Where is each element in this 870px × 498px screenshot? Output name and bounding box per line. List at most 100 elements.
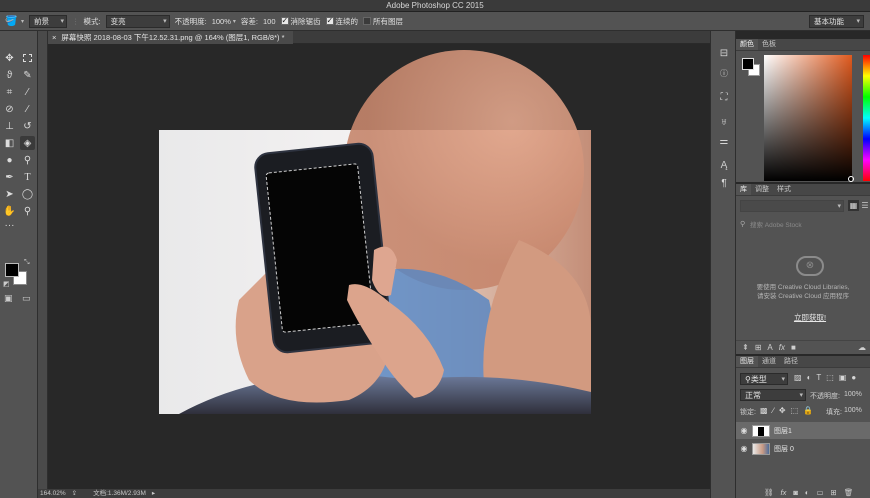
filter-toggle-icon[interactable]: ● [851, 373, 856, 382]
lasso-tool-icon[interactable]: ϑ [2, 68, 17, 82]
hand-tool-icon[interactable]: ✋ [2, 204, 17, 218]
dodge-tool-icon[interactable]: ⚲ [20, 153, 35, 167]
tab-libraries[interactable]: 库 [736, 184, 751, 195]
blur-tool-icon[interactable]: ● [2, 153, 17, 167]
color-picker-field[interactable] [764, 55, 854, 182]
blend-mode-dropdown[interactable]: 正常 [740, 389, 806, 401]
brush-presets-icon[interactable]: ♅ [718, 116, 730, 128]
zoom-tool-icon[interactable]: ⚲ [20, 204, 35, 218]
add-mask-icon[interactable]: ◙ [793, 488, 798, 497]
clone-stamp-tool-icon[interactable]: ⊥ [2, 119, 17, 133]
screen-mode-icon[interactable]: ▭ [22, 293, 31, 304]
add-color-icon[interactable]: ■ [791, 343, 796, 352]
lock-pixels-icon[interactable]: ∕ [773, 406, 774, 415]
visibility-eye-icon[interactable]: ◉ [736, 444, 752, 453]
new-layer-icon[interactable]: ⊞ [831, 488, 837, 497]
contiguous-checkbox[interactable]: 连续的 [325, 16, 358, 27]
layer-kind-filter[interactable]: ⚲类型 [740, 373, 788, 385]
tool-preset-chevron-icon[interactable]: ▾ [21, 18, 24, 25]
opacity-value[interactable]: 100% [212, 17, 231, 26]
marquee-tool-icon[interactable] [20, 51, 35, 65]
mode-dropdown[interactable]: 变亮 [105, 14, 170, 28]
character-icon[interactable]: Ą [718, 159, 730, 171]
layer-style-icon[interactable]: fx [781, 488, 787, 497]
visibility-eye-icon[interactable]: ◉ [736, 426, 752, 435]
tab-layers[interactable]: 图层 [736, 356, 758, 367]
tab-adjustments[interactable]: 调整 [751, 184, 773, 195]
brush-tool-icon[interactable]: ∕ [20, 102, 35, 116]
library-sync-icon[interactable]: ☁ [858, 343, 866, 352]
healing-brush-tool-icon[interactable]: ⊘ [2, 102, 17, 116]
adjustment-layer-icon[interactable]: ◐ [805, 488, 810, 497]
adjustment-filter-icon[interactable]: ◐ [807, 373, 812, 382]
canvas-area[interactable] [48, 44, 710, 489]
type-filter-icon[interactable]: T [816, 373, 821, 382]
status-arrow-icon[interactable]: ▸ [152, 489, 155, 498]
canvas-image[interactable] [48, 44, 710, 489]
layer-row[interactable]: ◉ 图层1 [736, 422, 870, 439]
workspace-dropdown[interactable]: 基本功能 [809, 15, 864, 28]
share-icon[interactable]: ⇪ [72, 489, 77, 498]
delete-layer-icon[interactable]: 🗑 [844, 488, 854, 497]
paragraph-icon[interactable]: ¶ [718, 177, 730, 189]
close-tab-icon[interactable]: × [52, 31, 56, 44]
get-it-now-link[interactable]: 立即获取! [736, 312, 870, 323]
antialias-checkbox[interactable]: 消除锯齿 [280, 16, 321, 27]
lock-position-icon[interactable]: ✥ [779, 406, 786, 415]
crop-tool-icon[interactable]: ⌗ [2, 85, 17, 99]
properties-icon[interactable]: ⛶ [718, 91, 730, 103]
tolerance-field[interactable]: 100 [263, 17, 276, 26]
history-brush-tool-icon[interactable]: ↺ [20, 119, 35, 133]
adjustments-sliders-icon[interactable]: ⚌ [718, 135, 730, 147]
opacity-chevron-icon[interactable]: ▾ [233, 18, 236, 25]
lock-transparent-icon[interactable]: ▩ [760, 406, 768, 415]
info-icon[interactable]: ⓘ [718, 67, 730, 79]
move-tool-icon[interactable]: ✥ [2, 51, 17, 65]
zoom-level[interactable]: 164.02% [40, 489, 66, 498]
swap-colors-icon[interactable]: ⤡ [24, 259, 30, 267]
link-layers-icon[interactable]: ⛓ [764, 488, 774, 497]
quick-mask-icon[interactable]: ▣ [4, 293, 13, 304]
hue-slider[interactable] [863, 55, 870, 181]
type-tool-icon[interactable]: T [20, 170, 35, 184]
history-icon[interactable]: ⊟ [718, 47, 730, 59]
lock-all-icon[interactable]: 🔒 [803, 406, 813, 415]
pixel-filter-icon[interactable]: ▨ [794, 373, 802, 382]
library-search-input[interactable]: 搜索 Adobe Stock [750, 219, 868, 229]
ellipse-tool-icon[interactable]: ◯ [20, 187, 35, 201]
add-character-style-icon[interactable]: A [767, 343, 772, 352]
library-selector[interactable] [740, 200, 844, 212]
layer-name[interactable]: 图层1 [774, 426, 792, 436]
tab-styles[interactable]: 样式 [773, 184, 795, 195]
tab-paths[interactable]: 路径 [780, 356, 802, 367]
eyedropper-tool-icon[interactable]: ⁄ [20, 85, 35, 99]
default-colors-icon[interactable]: ◩ [3, 280, 10, 288]
more-tools-icon[interactable]: ··· [2, 218, 17, 232]
lock-artboard-icon[interactable]: ⬚ [791, 406, 799, 415]
eraser-tool-icon[interactable]: ◧ [2, 136, 17, 150]
tab-swatches[interactable]: 色板 [758, 39, 780, 50]
paint-bucket-tool-icon[interactable]: ◈ [20, 136, 35, 150]
upload-icon[interactable]: ⇞ [742, 343, 749, 352]
layer-row[interactable]: ◉ 图层 0 [736, 440, 870, 457]
add-fx-icon[interactable]: fx [779, 343, 785, 352]
foreground-color-swatch[interactable] [5, 263, 19, 277]
grid-view-icon[interactable]: ▦ [848, 200, 859, 211]
smart-object-filter-icon[interactable]: ▣ [839, 373, 847, 382]
pen-tool-icon[interactable]: ✒ [2, 170, 17, 184]
fill-source-dropdown[interactable]: 前景 [29, 14, 68, 28]
tab-color[interactable]: 颜色 [736, 39, 758, 50]
layer-name[interactable]: 图层 0 [774, 444, 794, 454]
fill-value[interactable]: 100% [844, 407, 862, 414]
quick-selection-tool-icon[interactable]: ✎ [20, 68, 35, 82]
path-selection-tool-icon[interactable]: ➤ [2, 187, 17, 201]
new-group-icon[interactable]: ▭ [816, 488, 823, 497]
tab-channels[interactable]: 通道 [758, 356, 780, 367]
add-asset-icon[interactable]: ⊞ [755, 343, 762, 352]
layer-opacity-value[interactable]: 100% [844, 391, 862, 398]
shape-filter-icon[interactable]: ⬚ [826, 373, 834, 382]
list-view-icon[interactable]: ☰ [860, 200, 870, 211]
panel-fg-swatch[interactable] [742, 58, 754, 70]
paint-bucket-tool-icon[interactable]: 🪣 [5, 16, 19, 27]
document-tab[interactable]: × 屏幕快照 2018-08-03 下午12.52.31.png @ 164% … [48, 31, 293, 44]
